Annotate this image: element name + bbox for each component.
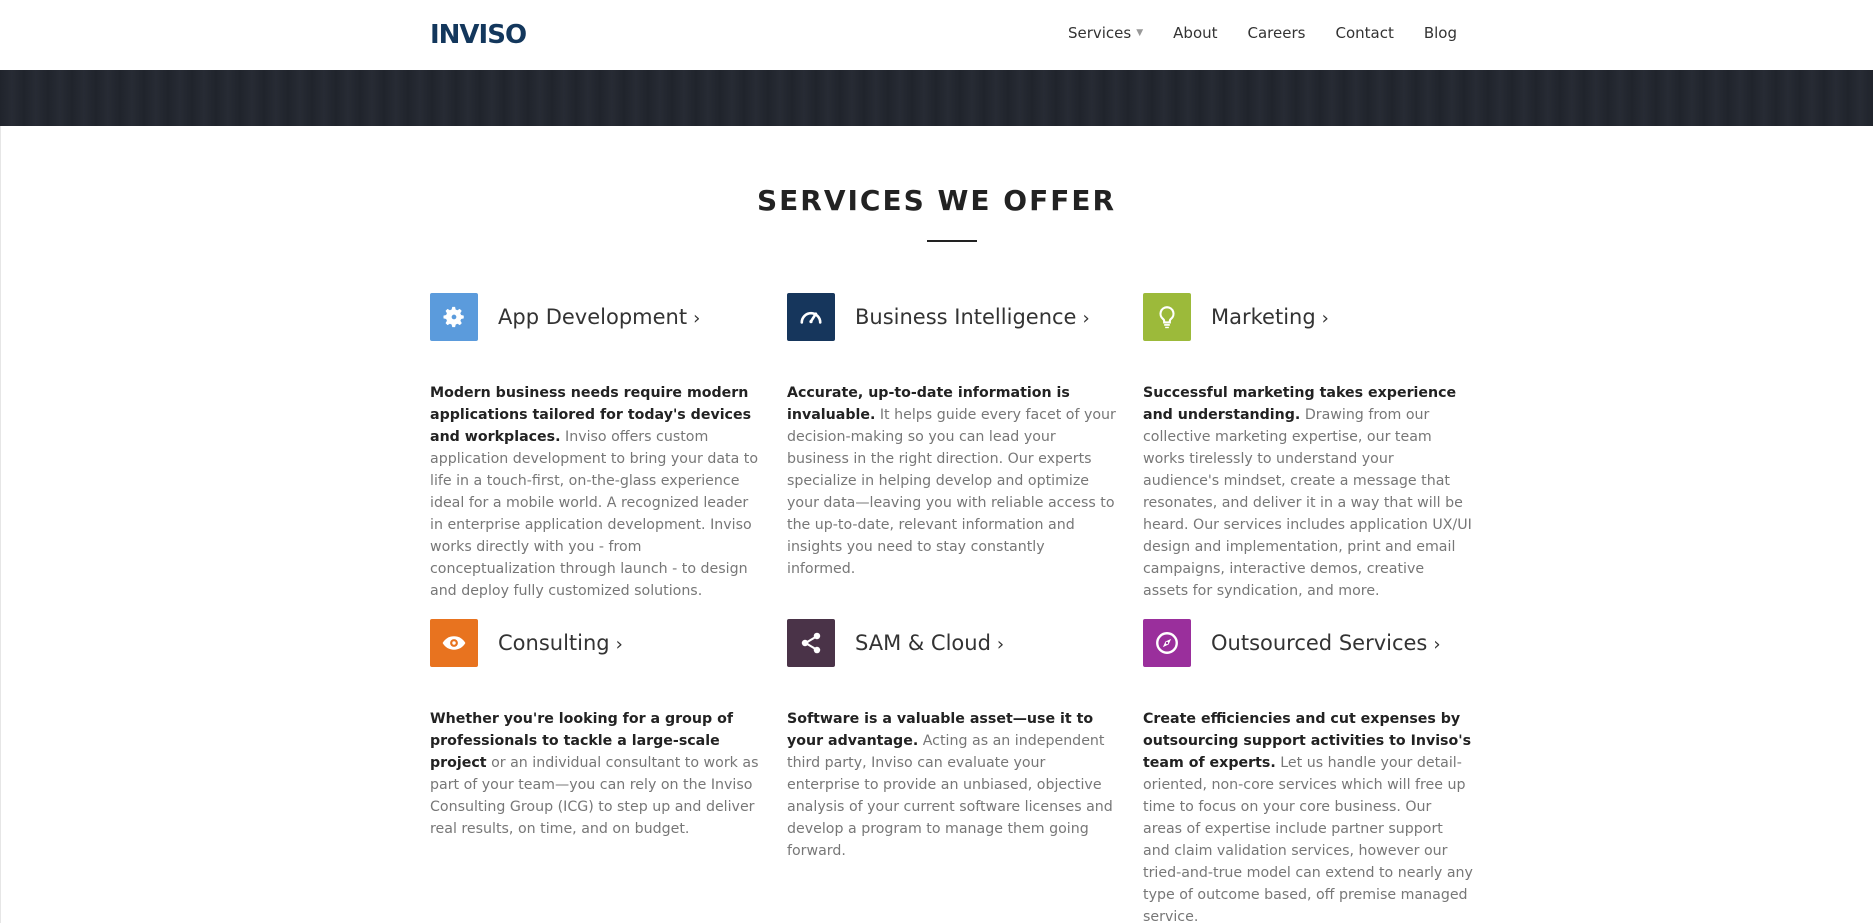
nav-contact[interactable]: Contact xyxy=(1335,24,1393,42)
card-title: SAM & Cloud xyxy=(855,631,991,655)
chevron-right-icon: › xyxy=(1082,308,1090,329)
dashboard-icon xyxy=(787,293,835,341)
card-title: Business Intelligence xyxy=(855,305,1077,329)
chevron-right-icon: › xyxy=(1433,634,1441,655)
card-header[interactable]: Business Intelligence › xyxy=(787,293,1117,341)
card-body: Inviso offers custom application develop… xyxy=(430,429,759,599)
chevron-right-icon: › xyxy=(693,308,701,329)
main-nav: Services ▼ About Careers Contact Blog xyxy=(1068,24,1457,42)
card-description: Modern business needs require modern app… xyxy=(430,382,760,602)
chevron-right-icon: › xyxy=(615,634,623,655)
site-header: INVISO Services ▼ About Careers Contact B… xyxy=(0,0,1873,70)
eye-icon xyxy=(430,619,478,667)
nav-services[interactable]: Services ▼ xyxy=(1068,24,1143,42)
card-title: Marketing xyxy=(1211,305,1316,329)
card-description: Accurate, up-to-date information is inva… xyxy=(787,382,1117,580)
page-edge-divider xyxy=(0,126,1,923)
title-underline xyxy=(927,240,977,242)
hero-band xyxy=(0,70,1873,126)
card-body: It helps guide every facet of your decis… xyxy=(787,407,1116,577)
card-title: Outsourced Services xyxy=(1211,631,1428,655)
gear-icon xyxy=(430,293,478,341)
logo-text: INVISO xyxy=(430,20,527,50)
card-description: Successful marketing takes experience an… xyxy=(1143,382,1473,602)
card-body: Let us handle your detail-oriented, non-… xyxy=(1143,755,1473,923)
card-header[interactable]: Consulting › xyxy=(430,619,760,667)
card-body: Drawing from our collective marketing ex… xyxy=(1143,407,1472,599)
nav-blog[interactable]: Blog xyxy=(1424,24,1457,42)
chevron-right-icon: › xyxy=(996,634,1005,655)
caret-down-icon: ▼ xyxy=(1136,28,1144,38)
service-card-business-intelligence: Business Intelligence › Accurate, up-to-d… xyxy=(787,293,1117,580)
nav-services-label: Services xyxy=(1067,24,1132,42)
card-title: Consulting xyxy=(498,631,610,655)
compass-icon xyxy=(1143,619,1191,667)
service-card-consulting: Consulting › Whether you're looking for a… xyxy=(430,619,760,840)
card-header[interactable]: Outsourced Services › xyxy=(1143,619,1473,667)
nav-careers[interactable]: Careers xyxy=(1248,24,1306,42)
nav-about[interactable]: About xyxy=(1173,24,1217,42)
card-description: Software is a valuable asset—use it to y… xyxy=(787,708,1117,862)
card-header[interactable]: App Development › xyxy=(430,293,760,341)
section-title: SERVICES WE OFFER xyxy=(756,184,1117,217)
inviso-logo[interactable]: INVISO xyxy=(430,20,527,50)
lightbulb-icon xyxy=(1143,293,1191,341)
share-icon xyxy=(787,619,835,667)
chevron-right-icon: › xyxy=(1321,308,1329,329)
service-card-app-development: App Development › Modern business needs r… xyxy=(430,293,760,602)
card-body: Acting as an independent third party, In… xyxy=(787,733,1113,859)
service-card-outsourced-services: Outsourced Services › Create efficiencies… xyxy=(1143,619,1473,923)
card-header[interactable]: SAM & Cloud › xyxy=(787,619,1117,667)
card-description: Whether you're looking for a group of pr… xyxy=(430,708,760,840)
card-description: Create efficiencies and cut expenses by … xyxy=(1143,708,1473,923)
service-card-marketing: Marketing › Successful marketing takes ex… xyxy=(1143,293,1473,602)
card-title: App Development xyxy=(498,305,688,329)
card-header[interactable]: Marketing › xyxy=(1143,293,1473,341)
service-card-sam-cloud: SAM & Cloud › Software is a valuable asse… xyxy=(787,619,1117,862)
